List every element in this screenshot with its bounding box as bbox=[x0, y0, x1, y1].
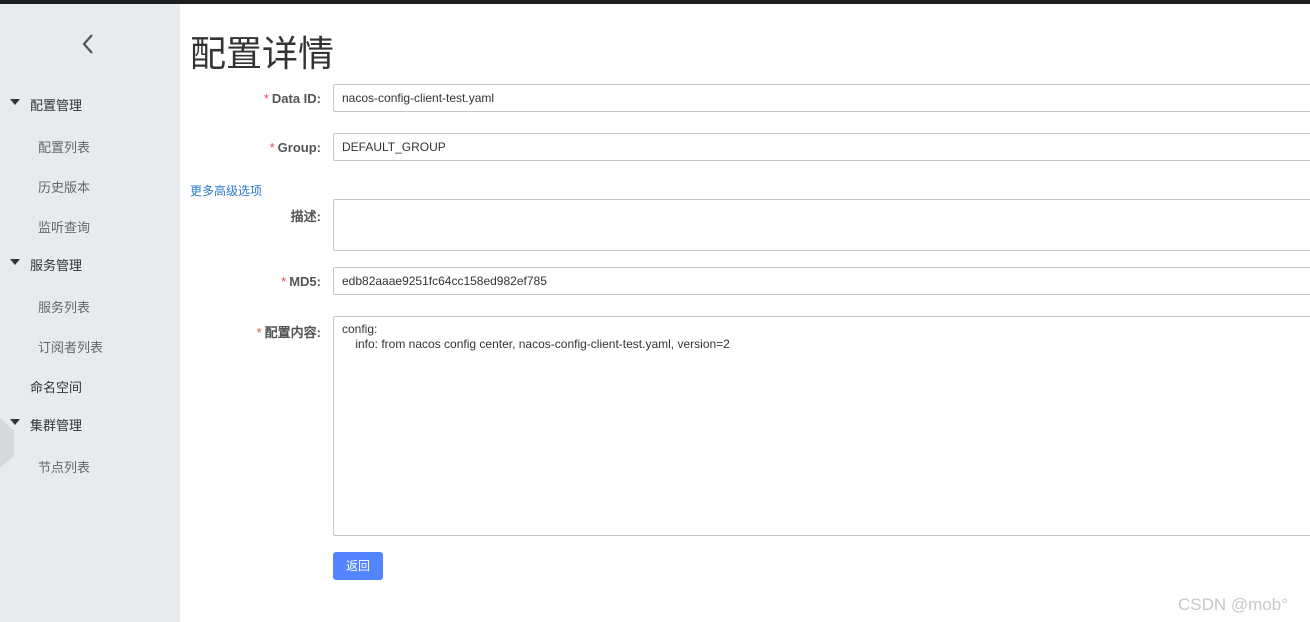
nav-group-label: 服务管理 bbox=[30, 258, 83, 273]
back-button[interactable]: 返回 bbox=[333, 552, 383, 580]
group-label-text: Group: bbox=[277, 140, 321, 155]
required-mark: * bbox=[263, 91, 269, 106]
nav-group-label: 配置管理 bbox=[30, 98, 83, 113]
description-field[interactable] bbox=[333, 199, 1310, 251]
data-id-field[interactable]: nacos-config-client-test.yaml bbox=[333, 84, 1310, 112]
md5-label-text: MD5: bbox=[289, 274, 321, 289]
content-label-text: 配置内容: bbox=[264, 325, 321, 340]
code-line: config: bbox=[342, 322, 378, 336]
nav-item-history[interactable]: 历史版本 bbox=[38, 177, 90, 196]
required-mark: * bbox=[256, 325, 262, 340]
caret-down-icon bbox=[10, 99, 20, 105]
data-id-label: * Data ID: bbox=[264, 91, 321, 106]
top-bar bbox=[0, 0, 1310, 4]
advanced-options-link[interactable]: 更多高级选项 bbox=[190, 182, 262, 199]
nav-item-subscriber-list[interactable]: 订阅者列表 bbox=[38, 337, 103, 356]
content-editor[interactable]: config: info: from nacos config center, … bbox=[333, 316, 1310, 536]
nav-group-cluster-management[interactable]: 集群管理 bbox=[0, 412, 180, 436]
group-label: * Group: bbox=[270, 140, 321, 155]
watermark: CSDN @mob° bbox=[1178, 595, 1289, 614]
md5-field[interactable]: edb82aaae9251fc64cc158ed982ef785 bbox=[333, 267, 1310, 295]
nav-group-label: 集群管理 bbox=[30, 418, 83, 433]
chevron-left-icon[interactable] bbox=[74, 30, 102, 58]
code-line: info: from nacos config center, nacos-co… bbox=[342, 337, 730, 351]
nav-item-listener-query[interactable]: 监听查询 bbox=[38, 217, 90, 236]
data-id-label-text: Data ID: bbox=[271, 91, 321, 106]
nav-item-node-list[interactable]: 节点列表 bbox=[38, 457, 90, 476]
nav-item-service-list[interactable]: 服务列表 bbox=[38, 297, 90, 316]
nav-item-namespace[interactable]: 命名空间 bbox=[30, 377, 82, 396]
nav-group-service-management[interactable]: 服务管理 bbox=[0, 252, 180, 276]
required-mark: * bbox=[269, 140, 275, 155]
required-mark: * bbox=[281, 274, 287, 289]
content-label: * 配置内容: bbox=[257, 322, 321, 341]
sidebar: 配置管理 配置列表 历史版本 监听查询 服务管理 服务列表 订阅者列表 命名空间… bbox=[0, 4, 180, 622]
caret-down-icon bbox=[10, 419, 20, 425]
nav-group-config-management[interactable]: 配置管理 bbox=[0, 92, 180, 116]
page-title: 配置详情 bbox=[190, 33, 335, 74]
md5-label: * MD5: bbox=[281, 274, 321, 289]
caret-down-icon bbox=[10, 259, 20, 265]
group-field[interactable]: DEFAULT_GROUP bbox=[333, 133, 1310, 161]
nav-item-config-list[interactable]: 配置列表 bbox=[38, 137, 90, 156]
description-label: 描述: bbox=[291, 206, 321, 225]
description-label-text: 描述: bbox=[290, 209, 321, 224]
